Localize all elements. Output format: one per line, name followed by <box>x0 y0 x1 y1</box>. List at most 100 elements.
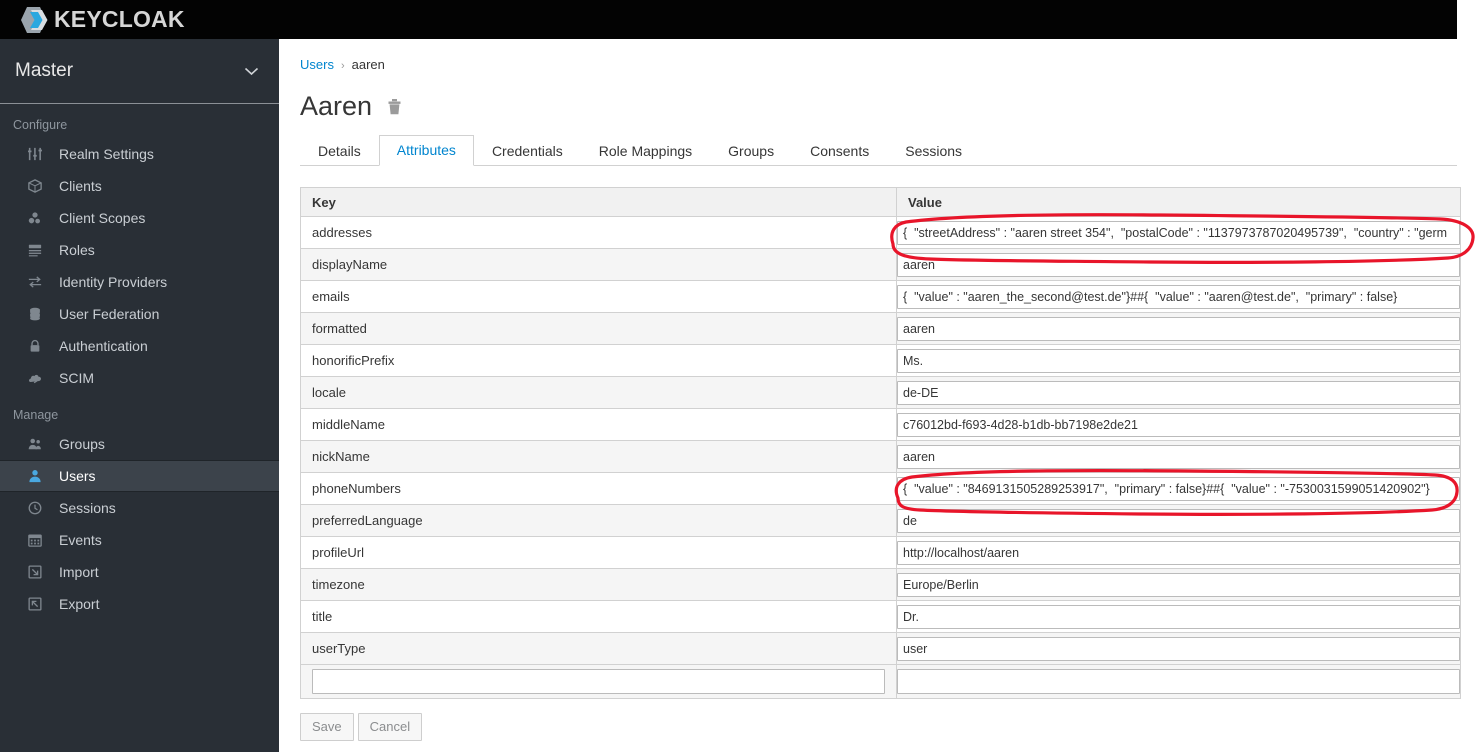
calendar-icon <box>28 533 50 547</box>
tab-consents[interactable]: Consents <box>792 136 887 166</box>
sidebar-item-clients[interactable]: Clients <box>0 170 279 202</box>
brand-name: KEYCLOAK <box>54 6 185 32</box>
tab-role-mappings[interactable]: Role Mappings <box>581 136 710 166</box>
table-row: nickName <box>300 440 1461 473</box>
keycloak-admin-console: KEYCLOAK Master Configure Realm Settings C… <box>0 0 1483 752</box>
attribute-key-label: locale <box>312 385 346 400</box>
attribute-key-label: formatted <box>312 321 367 336</box>
attribute-value-cell <box>896 408 1461 441</box>
sidebar-item-export[interactable]: Export <box>0 588 279 620</box>
breadcrumb: Users › aaren <box>279 39 1457 72</box>
breadcrumb-current: aaren <box>351 57 385 72</box>
lock-icon <box>28 339 50 353</box>
sidebar-item-label: User Federation <box>59 306 160 322</box>
sidebar-item-roles[interactable]: Roles <box>0 234 279 266</box>
sidebar-item-authentication[interactable]: Authentication <box>0 330 279 362</box>
tab-credentials[interactable]: Credentials <box>474 136 581 166</box>
clock-icon <box>28 501 50 515</box>
attribute-key-label: userType <box>312 641 366 656</box>
sidebar-item-events[interactable]: Events <box>0 524 279 556</box>
attribute-value-input[interactable] <box>897 348 1460 373</box>
sidebar-item-sessions[interactable]: Sessions <box>0 492 279 524</box>
attribute-value-cell <box>896 536 1461 569</box>
sidebar: Master Configure Realm Settings Clients Cli… <box>0 39 279 752</box>
attribute-value-input[interactable] <box>897 572 1460 597</box>
new-attribute-value-cell <box>896 664 1461 699</box>
trash-icon[interactable] <box>386 97 403 116</box>
realm-selector[interactable]: Master <box>0 39 279 104</box>
sidebar-item-label: SCIM <box>59 370 94 386</box>
table-row: title <box>300 600 1461 633</box>
sidebar-item-groups[interactable]: Groups <box>0 428 279 460</box>
brand[interactable]: KEYCLOAK <box>0 5 185 35</box>
sidebar-group-label-manage: Manage <box>13 408 59 422</box>
attribute-key-label: nickName <box>312 449 370 464</box>
attribute-key-cell: honorificPrefix <box>300 344 897 377</box>
breadcrumb-users-link[interactable]: Users <box>300 57 334 72</box>
table-row: profileUrl <box>300 536 1461 569</box>
attribute-key-cell: addresses <box>300 216 897 249</box>
page-title: Aaren <box>300 91 373 121</box>
sidebar-item-realm-settings[interactable]: Realm Settings <box>0 138 279 170</box>
save-button[interactable]: Save <box>300 713 354 741</box>
table-header-row: Key Value <box>300 187 1461 217</box>
breadcrumb-separator: › <box>340 60 345 72</box>
cloud-icon <box>28 371 50 385</box>
attribute-value-input[interactable] <box>897 380 1460 405</box>
tab-details[interactable]: Details <box>300 136 379 166</box>
sidebar-item-label: Import <box>59 564 99 580</box>
sidebar-item-client-scopes[interactable]: Client Scopes <box>0 202 279 234</box>
users-icon <box>28 437 50 451</box>
tab-sessions[interactable]: Sessions <box>887 136 980 166</box>
sidebar-item-label: Authentication <box>59 338 148 354</box>
attribute-key-cell: phoneNumbers <box>300 472 897 505</box>
table-row: preferredLanguage <box>300 504 1461 537</box>
attributes-table: Key Value addresses displayName emails form… <box>300 187 1461 699</box>
table-row: middleName <box>300 408 1461 441</box>
attribute-key-cell: timezone <box>300 568 897 601</box>
top-header-bar: KEYCLOAK <box>0 0 1457 39</box>
new-attribute-key-cell <box>300 664 897 699</box>
attribute-value-cell <box>896 312 1461 345</box>
attribute-value-input[interactable] <box>897 508 1460 533</box>
table-row: locale <box>300 376 1461 409</box>
attribute-value-input[interactable] <box>897 220 1460 245</box>
user-icon <box>28 469 50 483</box>
new-attribute-key-input[interactable] <box>312 669 885 694</box>
sidebar-item-import[interactable]: Import <box>0 556 279 588</box>
tab-bar: Details Attributes Credentials Role Mapping… <box>300 135 1457 166</box>
attribute-value-input[interactable] <box>897 316 1460 341</box>
sidebar-item-scim[interactable]: SCIM <box>0 362 279 394</box>
attribute-value-cell <box>896 472 1461 505</box>
database-icon <box>28 307 50 321</box>
cancel-button[interactable]: Cancel <box>357 713 423 741</box>
column-header-key: Key <box>300 187 897 217</box>
sidebar-item-label: Realm Settings <box>59 146 154 162</box>
attribute-value-input[interactable] <box>897 476 1460 501</box>
attribute-value-input[interactable] <box>897 604 1460 629</box>
main-content: Users › aaren Aaren Details Attributes Crede… <box>279 39 1461 752</box>
attribute-value-input[interactable] <box>897 540 1460 565</box>
attribute-value-input[interactable] <box>897 252 1460 277</box>
table-row: displayName <box>300 248 1461 281</box>
attribute-value-cell <box>896 568 1461 601</box>
attribute-value-input[interactable] <box>897 444 1460 469</box>
sidebar-item-label: Clients <box>59 178 102 194</box>
sidebar-item-label: Roles <box>59 242 95 258</box>
attribute-value-input[interactable] <box>897 412 1460 437</box>
sidebar-item-users[interactable]: Users <box>0 460 279 492</box>
sidebar-item-identity-providers[interactable]: Identity Providers <box>0 266 279 298</box>
tab-groups[interactable]: Groups <box>710 136 792 166</box>
sidebar-item-label: Identity Providers <box>59 274 168 290</box>
attribute-value-cell <box>896 344 1461 377</box>
tab-attributes[interactable]: Attributes <box>378 135 474 166</box>
sidebar-item-user-federation[interactable]: User Federation <box>0 298 279 330</box>
import-arrow-icon <box>28 565 50 579</box>
attribute-key-label: title <box>312 609 333 624</box>
attribute-value-input[interactable] <box>897 284 1460 309</box>
table-row: phoneNumbers <box>300 472 1461 505</box>
attribute-key-cell: userType <box>300 632 897 665</box>
attribute-value-input[interactable] <box>897 636 1460 661</box>
new-attribute-value-input[interactable] <box>897 669 1460 694</box>
table-row: userType <box>300 632 1461 665</box>
